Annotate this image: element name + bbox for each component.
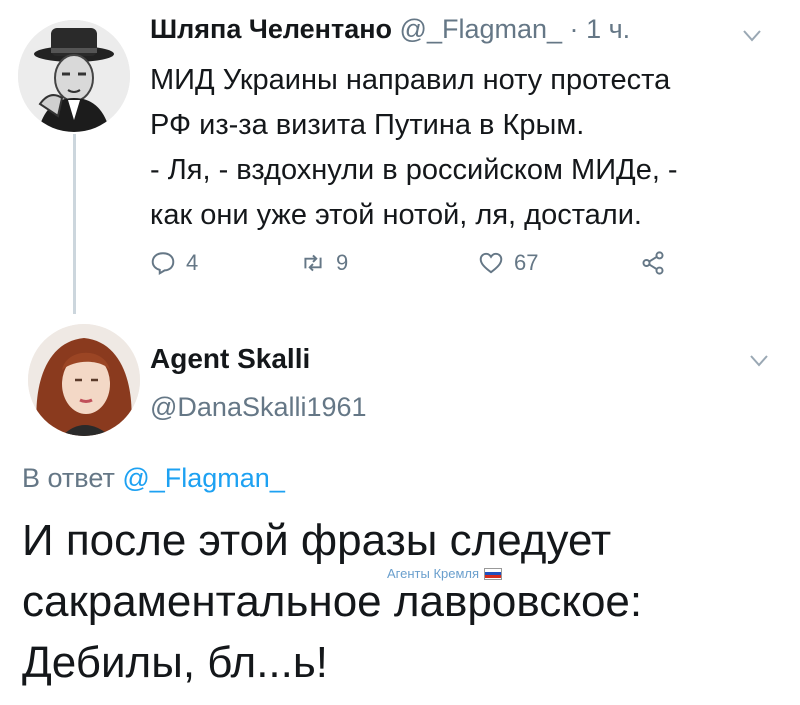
reply-prefix: В ответ <box>22 463 115 493</box>
chevron-down-icon[interactable] <box>750 347 768 373</box>
reply-context: В ответ @_Flagman_ <box>22 463 285 494</box>
share-button[interactable] <box>640 250 666 276</box>
reply-icon <box>151 252 175 276</box>
tweet1-line: РФ из-за визита Путина в Крым. <box>150 109 585 141</box>
like-button[interactable]: 67 <box>478 250 538 276</box>
tweet1-display-name[interactable]: Шляпа Челентано <box>150 14 392 44</box>
retweet-count: 9 <box>336 250 349 275</box>
avatar-shlyapa-chelentano[interactable] <box>18 20 130 132</box>
avatar-agent-skalli[interactable] <box>28 324 140 436</box>
reply-to-handle-link[interactable]: @_Flagman_ <box>122 463 285 493</box>
tweet1-line: как они уже этой нотой, ля, достали. <box>150 199 642 231</box>
tweet1-text: МИД Украины направил ноту протеста РФ из… <box>150 58 790 238</box>
tweet1-line: - Ля, - вздохнули в российском МИДе, - <box>150 154 678 186</box>
russian-flag-icon <box>484 567 503 580</box>
tweet2-handle[interactable]: @DanaSkalli1961 <box>150 392 367 423</box>
watermark-text: Агенты Кремля <box>387 566 480 581</box>
retweet-icon <box>304 254 322 272</box>
tweet1-header: Шляпа Челентано @_Flagman_ · 1 ч. <box>150 14 630 45</box>
retweet-button[interactable]: 9 <box>300 250 348 276</box>
reply-count: 4 <box>186 250 199 275</box>
tweet1-handle[interactable]: @_Flagman_ <box>400 14 563 44</box>
tweet2-line: И после этой фразы следует <box>22 516 612 565</box>
chevron-down-icon[interactable] <box>743 22 761 48</box>
like-count: 67 <box>514 250 539 275</box>
tweet1-timestamp[interactable]: 1 ч. <box>586 14 630 44</box>
heart-icon <box>479 252 503 274</box>
thread-connector-line <box>73 134 76 314</box>
tweet1-separator: · <box>569 14 579 44</box>
reply-button[interactable]: 4 <box>150 250 198 276</box>
tweet1-line: МИД Украины направил ноту протеста <box>150 64 671 96</box>
tweet2-line: Дебилы, бл...ь! <box>22 638 329 687</box>
share-icon <box>642 251 664 275</box>
tweet2-text: И после этой фразы следует сакраментальн… <box>22 510 792 693</box>
avatar-image <box>18 20 130 132</box>
tweet2-display-name[interactable]: Agent Skalli <box>150 343 310 375</box>
avatar-image <box>28 324 140 436</box>
watermark: Агенты Кремля <box>387 566 503 581</box>
